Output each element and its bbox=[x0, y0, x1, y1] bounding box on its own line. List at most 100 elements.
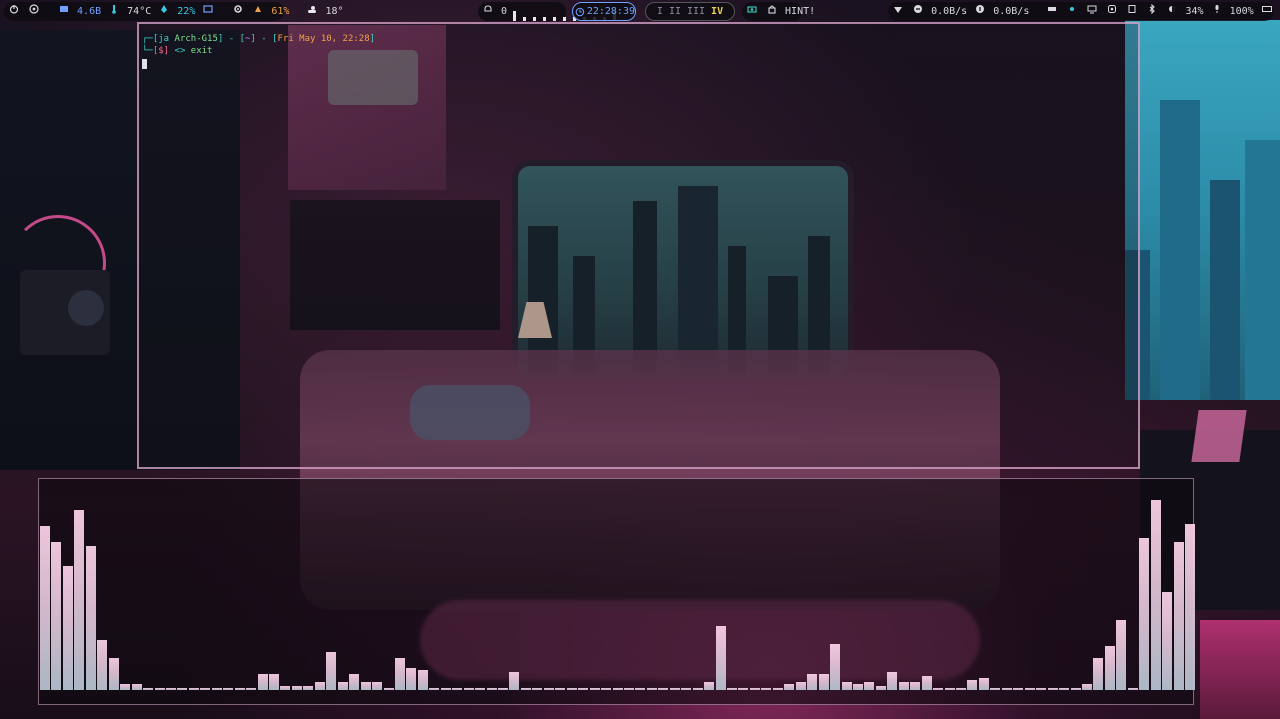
notification-widget[interactable]: 0 bbox=[478, 2, 510, 21]
visualizer-bar bbox=[452, 688, 463, 690]
visualizer-bar bbox=[234, 688, 245, 690]
prompt-user: ja bbox=[158, 34, 170, 44]
fan-value: 61% bbox=[271, 6, 290, 17]
terminal-cursor bbox=[142, 59, 147, 69]
clock-widget[interactable]: 22:28:39 bbox=[572, 2, 636, 21]
visualizer-bar bbox=[990, 688, 1001, 690]
prompt-symbol: [$] bbox=[152, 46, 170, 56]
cpu-widget[interactable]: 22% bbox=[154, 2, 198, 21]
media-module: 0 bbox=[478, 2, 617, 21]
visualizer-bar bbox=[257, 674, 268, 690]
screen-icon bbox=[1048, 7, 1057, 11]
weather-widget[interactable]: 18° bbox=[302, 2, 346, 21]
visualizer-bar bbox=[1150, 500, 1161, 690]
visualizer-bar bbox=[898, 682, 909, 690]
power-button[interactable] bbox=[4, 2, 24, 21]
visualizer-bar bbox=[1139, 538, 1150, 690]
visualizer-bar bbox=[486, 688, 497, 690]
visualizer-bar bbox=[108, 658, 119, 690]
memory-widget[interactable]: 4.6B bbox=[54, 2, 104, 21]
battery-widget[interactable]: 100% bbox=[1207, 2, 1257, 21]
brightness-widget[interactable]: 34% bbox=[1162, 2, 1206, 21]
arch-menu-button[interactable] bbox=[24, 2, 44, 21]
hint-module: HINT! bbox=[742, 2, 815, 21]
visualizer-bar bbox=[246, 688, 257, 690]
visualizer-bar bbox=[120, 684, 131, 690]
visualizer-bar bbox=[818, 674, 829, 690]
visualizer-bar bbox=[887, 672, 898, 690]
terminal-window[interactable]: ┌─[ja Arch-G15] - [~] - [Fri May 10, 22:… bbox=[137, 22, 1140, 469]
workspace-1[interactable]: I bbox=[657, 2, 663, 21]
visualizer-bar bbox=[314, 682, 325, 690]
visualizer-bar bbox=[1013, 688, 1024, 690]
workspace-3[interactable]: III bbox=[687, 2, 705, 21]
visualizer-bar bbox=[154, 688, 165, 690]
terminal-prompt-line: ┌─[ja Arch-G15] - [~] - [Fri May 10, 22:… bbox=[142, 34, 376, 44]
visualizer-bar bbox=[200, 688, 211, 690]
workspace-4-active[interactable]: IV bbox=[711, 2, 723, 21]
system-stats-module: 4.6B 74°C 22% 61% 18° bbox=[4, 2, 344, 21]
visualizer-bar bbox=[852, 684, 863, 690]
thermometer-icon bbox=[112, 5, 116, 14]
visualizer-bar bbox=[646, 688, 657, 690]
lock-icon bbox=[768, 5, 776, 14]
visualizer-bar bbox=[1081, 684, 1092, 690]
wallpaper-speaker bbox=[20, 270, 110, 355]
visualizer-bar bbox=[681, 688, 692, 690]
temperature-widget[interactable]: 74°C bbox=[104, 2, 154, 21]
hint-button[interactable]: HINT! bbox=[762, 2, 818, 21]
gpu-icon bbox=[203, 5, 213, 13]
workspace-2[interactable]: II bbox=[669, 2, 681, 21]
display-icon bbox=[1087, 5, 1097, 14]
visualizer-bar bbox=[1104, 646, 1115, 690]
visualizer-bar bbox=[269, 674, 279, 690]
visualizer-bar bbox=[921, 676, 932, 690]
notification-count: 0 bbox=[501, 6, 508, 17]
net-up-value: 0.0B/s bbox=[993, 6, 1030, 17]
settings-icon bbox=[1108, 5, 1117, 13]
audio-visualizer-window[interactable] bbox=[38, 478, 1195, 705]
bluetooth-icon bbox=[1150, 4, 1156, 14]
keyboard-layout-widget[interactable]: us bbox=[1257, 2, 1280, 21]
visualizer-bar bbox=[1070, 688, 1081, 690]
visualizer-bar bbox=[509, 672, 520, 690]
visualizer-bar bbox=[51, 542, 62, 690]
wifi-icon bbox=[894, 7, 902, 13]
tray-icons[interactable] bbox=[1042, 2, 1142, 21]
visualizer-bar bbox=[520, 688, 531, 690]
visualizer-bar bbox=[337, 682, 348, 690]
visualizer-bar bbox=[784, 684, 795, 690]
visualizer-bar bbox=[1127, 688, 1138, 690]
visualizer-bar bbox=[669, 688, 680, 690]
arch-logo-icon bbox=[29, 4, 39, 14]
visualizer-bar bbox=[578, 688, 589, 690]
visualizer-bar bbox=[1162, 592, 1173, 690]
upload-icon bbox=[976, 5, 985, 13]
network-up-widget[interactable]: 0.0B/s bbox=[970, 2, 1032, 21]
visualizer-bar bbox=[165, 688, 176, 690]
visualizer-bar bbox=[692, 688, 703, 690]
audio-level-bar bbox=[533, 17, 537, 21]
fan-widget[interactable]: 61% bbox=[248, 2, 292, 21]
visualizer-bar bbox=[807, 674, 818, 690]
download-icon bbox=[914, 5, 923, 13]
disk-widget[interactable] bbox=[228, 2, 248, 21]
terminal-command: exit bbox=[190, 46, 213, 56]
bluetooth-widget[interactable] bbox=[1142, 2, 1162, 21]
visualizer-bar bbox=[623, 688, 634, 690]
visualizer-bar bbox=[326, 652, 337, 690]
gear-icon bbox=[234, 5, 243, 13]
visualizer-bar bbox=[1024, 688, 1035, 690]
visualizer-bar bbox=[417, 670, 428, 690]
network-down-widget[interactable]: 0.0B/s bbox=[888, 2, 970, 21]
clock-time: 22:28:39 bbox=[586, 6, 635, 17]
visualizer-bar bbox=[795, 682, 806, 690]
battery-value: 100% bbox=[1229, 6, 1254, 17]
gpu-widget[interactable] bbox=[198, 2, 218, 21]
prompt-host: Arch-G15 bbox=[174, 34, 218, 44]
wallpaper-frame bbox=[1191, 410, 1247, 462]
hint-label: HINT! bbox=[785, 6, 816, 17]
status-module: 0.0B/s 0.0B/s 34% 100% us bbox=[888, 2, 1280, 21]
visualizer-bar bbox=[429, 688, 440, 690]
screenshot-button[interactable] bbox=[742, 2, 762, 21]
